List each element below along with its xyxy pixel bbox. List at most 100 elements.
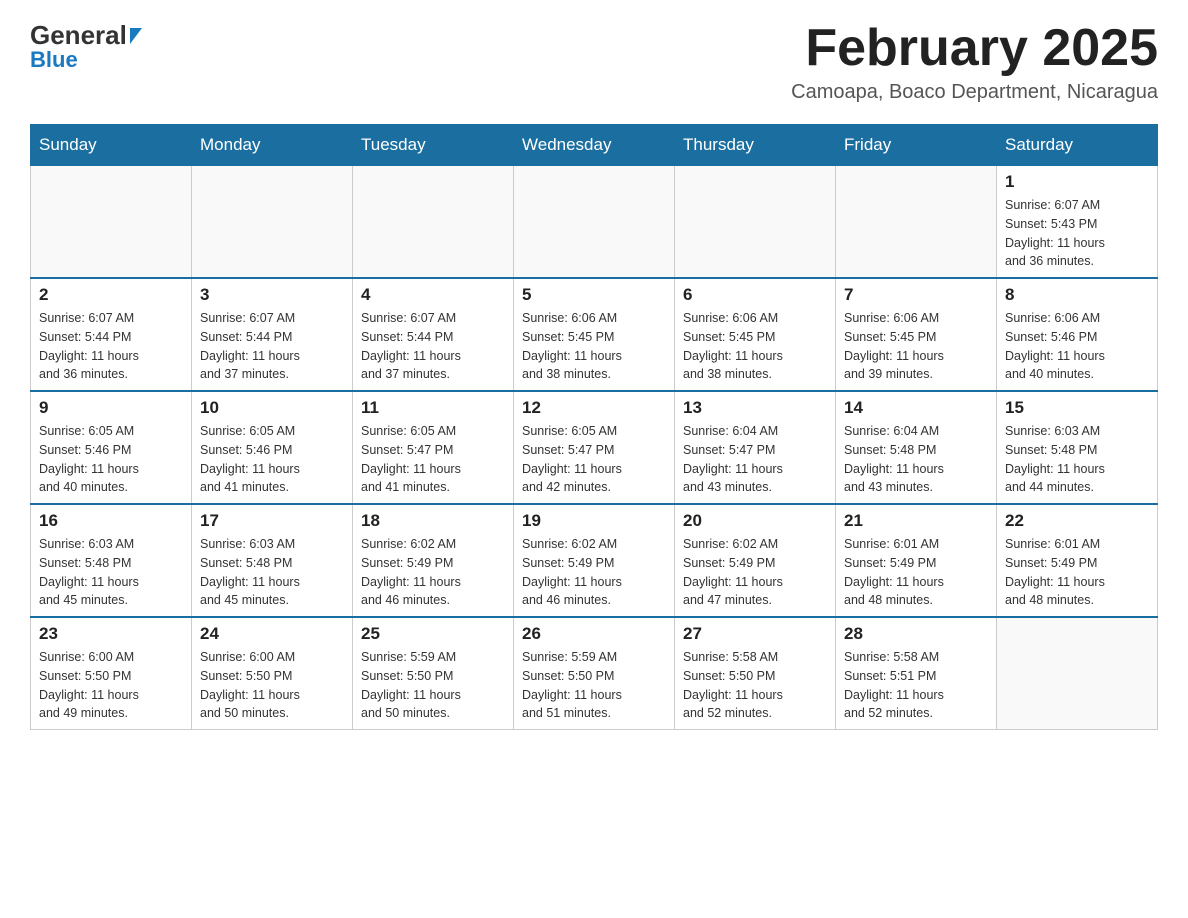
week-row-5: 23 Sunrise: 6:00 AM Sunset: 5:50 PM Dayli… [31,617,1158,730]
day-info: Sunrise: 6:06 AM Sunset: 5:45 PM Dayligh… [683,309,827,384]
calendar-cell: 25 Sunrise: 5:59 AM Sunset: 5:50 PM Dayli… [353,617,514,730]
calendar-cell: 3 Sunrise: 6:07 AM Sunset: 5:44 PM Daylig… [192,278,353,391]
weekday-header-friday: Friday [836,125,997,166]
day-info: Sunrise: 6:05 AM Sunset: 5:47 PM Dayligh… [522,422,666,497]
calendar-cell: 1 Sunrise: 6:07 AM Sunset: 5:43 PM Daylig… [997,166,1158,279]
day-number: 19 [522,511,666,531]
day-info: Sunrise: 5:59 AM Sunset: 5:50 PM Dayligh… [522,648,666,723]
weekday-header-saturday: Saturday [997,125,1158,166]
day-number: 2 [39,285,183,305]
calendar-cell [31,166,192,279]
day-info: Sunrise: 6:07 AM Sunset: 5:43 PM Dayligh… [1005,196,1149,271]
day-number: 28 [844,624,988,644]
logo-triangle-icon [130,28,142,44]
day-info: Sunrise: 6:03 AM Sunset: 5:48 PM Dayligh… [1005,422,1149,497]
logo: General Blue [30,20,142,73]
day-number: 9 [39,398,183,418]
day-info: Sunrise: 6:02 AM Sunset: 5:49 PM Dayligh… [522,535,666,610]
calendar-cell: 23 Sunrise: 6:00 AM Sunset: 5:50 PM Dayli… [31,617,192,730]
week-row-4: 16 Sunrise: 6:03 AM Sunset: 5:48 PM Dayli… [31,504,1158,617]
calendar-cell: 8 Sunrise: 6:06 AM Sunset: 5:46 PM Daylig… [997,278,1158,391]
day-number: 23 [39,624,183,644]
day-info: Sunrise: 6:05 AM Sunset: 5:46 PM Dayligh… [39,422,183,497]
weekday-header-sunday: Sunday [31,125,192,166]
day-number: 14 [844,398,988,418]
day-number: 16 [39,511,183,531]
calendar-cell: 4Sunrise: 6:07 AM Sunset: 5:44 PM Daylig… [353,278,514,391]
weekday-header-wednesday: Wednesday [514,125,675,166]
day-number: 12 [522,398,666,418]
day-info: Sunrise: 6:07 AM Sunset: 5:44 PM Dayligh… [39,309,183,384]
calendar-cell [675,166,836,279]
calendar-cell: 7Sunrise: 6:06 AM Sunset: 5:45 PM Daylig… [836,278,997,391]
day-info: Sunrise: 6:01 AM Sunset: 5:49 PM Dayligh… [844,535,988,610]
weekday-header-thursday: Thursday [675,125,836,166]
day-info: Sunrise: 6:00 AM Sunset: 5:50 PM Dayligh… [200,648,344,723]
month-title: February 2025 [791,20,1158,77]
calendar-cell: 24Sunrise: 6:00 AM Sunset: 5:50 PM Dayli… [192,617,353,730]
day-number: 7 [844,285,988,305]
day-info: Sunrise: 6:03 AM Sunset: 5:48 PM Dayligh… [39,535,183,610]
day-number: 20 [683,511,827,531]
day-number: 15 [1005,398,1149,418]
calendar-cell: 21 Sunrise: 6:01 AM Sunset: 5:49 PM Dayli… [836,504,997,617]
day-info: Sunrise: 5:58 AM Sunset: 5:51 PM Dayligh… [844,648,988,723]
day-info: Sunrise: 6:06 AM Sunset: 5:46 PM Dayligh… [1005,309,1149,384]
day-number: 8 [1005,285,1149,305]
calendar-cell: 2 Sunrise: 6:07 AM Sunset: 5:44 PM Daylig… [31,278,192,391]
day-number: 18 [361,511,505,531]
day-info: Sunrise: 6:02 AM Sunset: 5:49 PM Dayligh… [361,535,505,610]
page-header: General Blue February 2025 Camoapa, Boac… [30,20,1158,104]
logo-row2: Blue [30,47,142,73]
day-info: Sunrise: 6:01 AM Sunset: 5:49 PM Dayligh… [1005,535,1149,610]
day-info: Sunrise: 6:03 AM Sunset: 5:48 PM Dayligh… [200,535,344,610]
calendar-cell: 20 Sunrise: 6:02 AM Sunset: 5:49 PM Dayli… [675,504,836,617]
day-info: Sunrise: 6:00 AM Sunset: 5:50 PM Dayligh… [39,648,183,723]
calendar-cell: 9 Sunrise: 6:05 AM Sunset: 5:46 PM Daylig… [31,391,192,504]
day-info: Sunrise: 6:02 AM Sunset: 5:49 PM Dayligh… [683,535,827,610]
day-info: Sunrise: 6:04 AM Sunset: 5:48 PM Dayligh… [844,422,988,497]
day-number: 3 [200,285,344,305]
day-info: Sunrise: 6:05 AM Sunset: 5:47 PM Dayligh… [361,422,505,497]
calendar-cell: 11 Sunrise: 6:05 AM Sunset: 5:47 PM Dayli… [353,391,514,504]
day-info: Sunrise: 5:59 AM Sunset: 5:50 PM Dayligh… [361,648,505,723]
title-area: February 2025 Camoapa, Boaco Department,… [791,20,1158,104]
day-info: Sunrise: 6:05 AM Sunset: 5:46 PM Dayligh… [200,422,344,497]
calendar-cell: 16 Sunrise: 6:03 AM Sunset: 5:48 PM Dayli… [31,504,192,617]
day-info: Sunrise: 6:06 AM Sunset: 5:45 PM Dayligh… [522,309,666,384]
day-number: 10 [200,398,344,418]
day-number: 25 [361,624,505,644]
day-number: 27 [683,624,827,644]
weekday-header-monday: Monday [192,125,353,166]
week-row-1: 1 Sunrise: 6:07 AM Sunset: 5:43 PM Daylig… [31,166,1158,279]
day-number: 21 [844,511,988,531]
logo-general-text: General [30,20,127,50]
calendar-cell: 12 Sunrise: 6:05 AM Sunset: 5:47 PM Dayli… [514,391,675,504]
calendar-cell: 26 Sunrise: 5:59 AM Sunset: 5:50 PM Dayli… [514,617,675,730]
day-info: Sunrise: 6:04 AM Sunset: 5:47 PM Dayligh… [683,422,827,497]
calendar-cell [514,166,675,279]
week-row-2: 2 Sunrise: 6:07 AM Sunset: 5:44 PM Daylig… [31,278,1158,391]
calendar-cell: 14 Sunrise: 6:04 AM Sunset: 5:48 PM Dayli… [836,391,997,504]
week-row-3: 9 Sunrise: 6:05 AM Sunset: 5:46 PM Daylig… [31,391,1158,504]
day-number: 5 [522,285,666,305]
location-title: Camoapa, Boaco Department, Nicaragua [791,81,1158,104]
day-number: 1 [1005,172,1149,192]
day-info: Sunrise: 6:07 AM Sunset: 5:44 PM Dayligh… [200,309,344,384]
calendar-cell: 19 Sunrise: 6:02 AM Sunset: 5:49 PM Dayli… [514,504,675,617]
calendar-cell: 28 Sunrise: 5:58 AM Sunset: 5:51 PM Dayli… [836,617,997,730]
day-number: 4 [361,285,505,305]
day-number: 26 [522,624,666,644]
day-number: 22 [1005,511,1149,531]
weekday-header-tuesday: Tuesday [353,125,514,166]
calendar-cell: 22 Sunrise: 6:01 AM Sunset: 5:49 PM Dayli… [997,504,1158,617]
calendar-cell: 13Sunrise: 6:04 AM Sunset: 5:47 PM Dayli… [675,391,836,504]
day-info: Sunrise: 5:58 AM Sunset: 5:50 PM Dayligh… [683,648,827,723]
day-number: 11 [361,398,505,418]
day-number: 17 [200,511,344,531]
calendar-cell: 5 Sunrise: 6:06 AM Sunset: 5:45 PM Daylig… [514,278,675,391]
calendar-cell: 6 Sunrise: 6:06 AM Sunset: 5:45 PM Daylig… [675,278,836,391]
calendar-cell [353,166,514,279]
day-number: 6 [683,285,827,305]
weekday-header-row: SundayMondayTuesdayWednesdayThursdayFrid… [31,125,1158,166]
